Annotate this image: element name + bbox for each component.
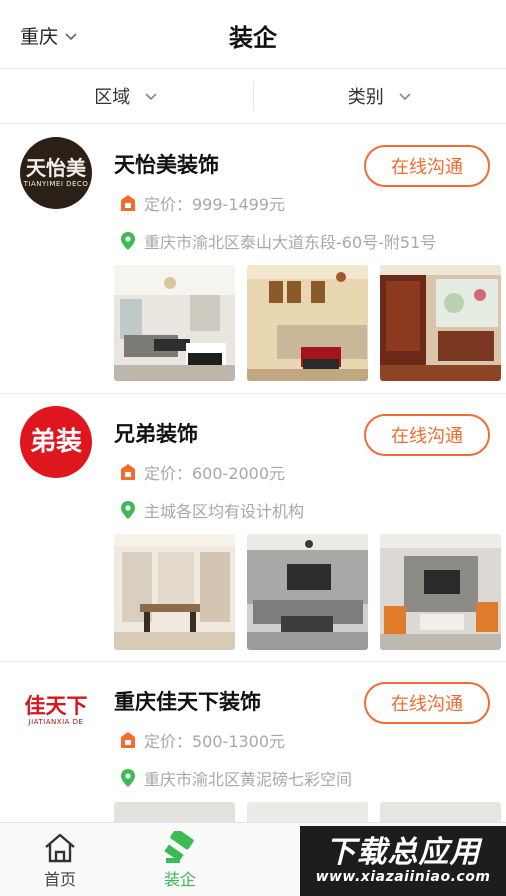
company-name[interactable]: 天怡美装饰 (114, 149, 219, 179)
watermark-url: www.xiazaiiniao.com (315, 868, 491, 885)
price-tag-icon (120, 463, 136, 481)
company-logo: 弟装 (20, 406, 92, 478)
company-logo: 天怡美 TIANYIMEI DECO (20, 137, 92, 209)
online-chat-button[interactable]: 在线沟通 (364, 682, 490, 724)
company-name[interactable]: 重庆佳天下装饰 (114, 686, 261, 716)
watermark-text: 下载总应用 (325, 835, 481, 871)
company-card[interactable]: 天怡美 TIANYIMEI DECO 天怡美装饰 在线沟通 定价：999-149… (0, 125, 506, 393)
location-pin-icon (120, 500, 136, 520)
filter-region-label: 区域 (94, 87, 131, 108)
address-row: 重庆市渝北区黄泥磅七彩空间 (120, 766, 352, 790)
project-photo[interactable] (247, 534, 368, 650)
page-title: 装企 (229, 24, 277, 52)
company-list: 天怡美 TIANYIMEI DECO 天怡美装饰 在线沟通 定价：999-149… (0, 125, 506, 896)
project-photo[interactable] (114, 534, 235, 650)
logo-text: 天怡美 (26, 156, 86, 180)
price-tag-icon (120, 194, 136, 212)
price-text: 定价：600-2000元 (144, 464, 286, 483)
tab-home[interactable]: 首页 (0, 823, 120, 896)
logo-subtext: JIATIANXIA DE (28, 717, 84, 726)
address-row: 主城各区均有设计机构 (120, 498, 304, 522)
tab-companies-label: 装企 (163, 869, 196, 889)
address-row: 重庆市渝北区泰山大道东段-60号-附51号 (120, 229, 436, 253)
watermark-logo: 下载总应用 www.xiazaiiniao.com (300, 826, 506, 896)
project-photo[interactable] (380, 534, 501, 650)
filter-region[interactable]: 区域 (0, 69, 253, 123)
tab-home-label: 首页 (43, 869, 76, 889)
company-name[interactable]: 兄弟装饰 (114, 418, 198, 448)
project-photos (114, 265, 501, 381)
price-row: 定价：500-1300元 (120, 728, 285, 752)
online-chat-button[interactable]: 在线沟通 (364, 145, 490, 187)
project-photo[interactable] (380, 265, 501, 381)
tab-companies[interactable]: 装企 (120, 823, 240, 896)
price-row: 定价：600-2000元 (120, 460, 285, 484)
logo-text: 弟装 (29, 427, 82, 457)
logo-text: 佳天下 (24, 692, 88, 718)
project-photo[interactable] (247, 265, 368, 381)
price-row: 定价：999-1499元 (120, 191, 285, 215)
price-text: 定价：500-1300元 (144, 732, 286, 751)
home-icon (43, 830, 77, 866)
company-card[interactable]: 弟装 兄弟装饰 在线沟通 定价：600-2000元 主城各区均有设计机构 (0, 393, 506, 661)
hammer-icon (162, 830, 198, 866)
online-chat-button[interactable]: 在线沟通 (364, 414, 490, 456)
price-text: 定价：999-1499元 (144, 195, 286, 214)
chevron-down-icon (398, 86, 412, 107)
address-text: 重庆市渝北区泰山大道东段-60号-附51号 (144, 233, 437, 252)
filter-bar: 区域 类别 (0, 68, 506, 124)
project-photos (114, 534, 501, 650)
filter-category-label: 类别 (347, 87, 384, 108)
project-photo[interactable] (114, 265, 235, 381)
price-tag-icon (120, 731, 136, 749)
company-logo: 佳天下 JIATIANXIA DE (20, 674, 92, 746)
location-pin-icon (120, 768, 136, 788)
top-bar: 重庆 装企 (0, 0, 506, 68)
filter-category[interactable]: 类别 (254, 69, 506, 123)
chevron-down-icon (144, 86, 158, 107)
address-text: 主城各区均有设计机构 (144, 502, 305, 521)
address-text: 重庆市渝北区黄泥磅七彩空间 (144, 770, 353, 789)
logo-subtext: TIANYIMEI DECO (23, 180, 89, 188)
location-pin-icon (120, 231, 136, 251)
